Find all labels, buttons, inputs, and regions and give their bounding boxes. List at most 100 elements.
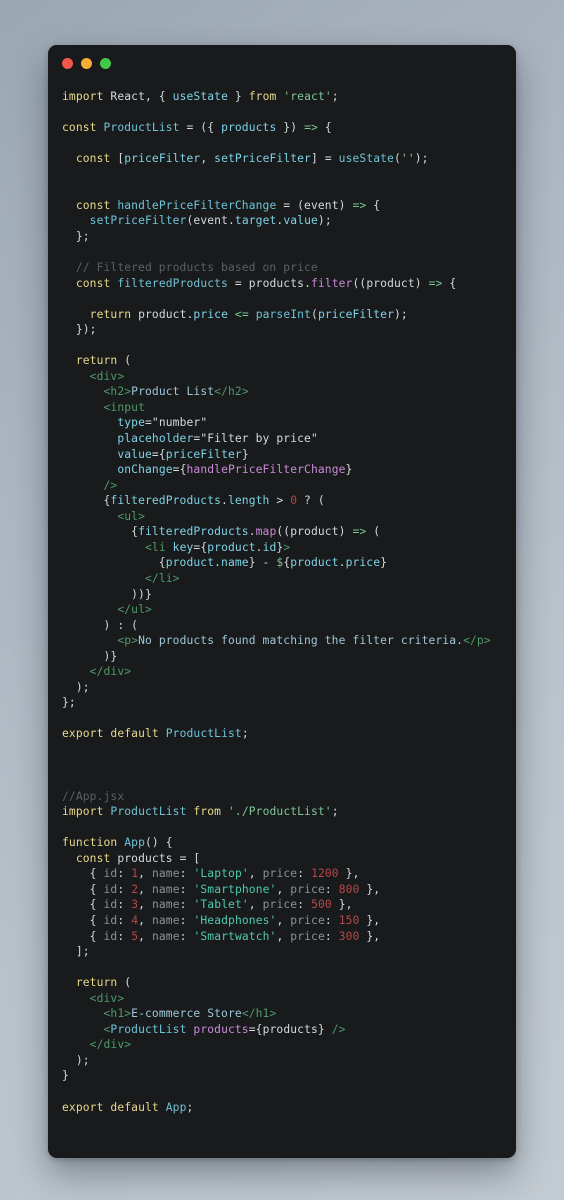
code-token: </h2> <box>214 385 249 399</box>
code-token: './ProductList' <box>228 805 332 819</box>
code-line: return product.price <= parseInt(priceFi… <box>48 307 516 323</box>
code-token: map <box>255 525 277 539</box>
code-line: <li key={product.id}> <box>48 540 516 556</box>
minimize-button[interactable] <box>81 57 92 69</box>
code-token: = <box>227 276 249 290</box>
code-token: price <box>290 882 325 896</box>
code-token: => <box>304 121 318 135</box>
code-token: products <box>248 276 305 290</box>
code-line: value={priceFilter} <box>48 447 516 463</box>
code-token: type <box>117 416 145 430</box>
code-line: export default ProductList; <box>48 726 516 742</box>
code-token: , <box>138 898 152 912</box>
code-line: { id: 5, name: 'Smartwatch', price: 300 … <box>48 929 516 945</box>
code-line: ]; <box>48 944 516 960</box>
maximize-button[interactable] <box>100 57 111 69</box>
code-token: product <box>165 556 215 570</box>
code-token: length <box>227 494 270 508</box>
code-token: ( <box>393 152 401 166</box>
code-token: products <box>221 121 277 135</box>
code-token: }, <box>331 898 353 912</box>
code-token: export <box>62 727 104 741</box>
code-token: App <box>165 1100 187 1114</box>
code-token: from <box>248 90 277 103</box>
close-button[interactable] <box>62 57 73 69</box>
code-token: product <box>207 540 256 554</box>
code-token: //App.jsx <box>62 789 125 803</box>
code-line: ))} <box>48 587 516 603</box>
code-token: , <box>248 867 263 881</box>
code-token: </div> <box>89 1038 132 1052</box>
code-token: price <box>193 307 228 321</box>
code-token: => <box>352 198 367 212</box>
code-line: <div> <box>48 369 516 385</box>
code-token: price <box>262 898 298 912</box>
code-token: : <box>117 882 132 896</box>
code-token: </div> <box>89 665 132 679</box>
code-token: id <box>103 929 118 943</box>
code-line: ) : ( <box>48 618 516 634</box>
code-token: ={ <box>151 447 166 461</box>
code-token: () { <box>145 836 173 850</box>
code-token: Product List <box>131 385 215 399</box>
code-token: 'Smartwatch' <box>193 929 277 943</box>
code-token: , { <box>145 90 173 103</box>
code-token: setPriceFilter <box>214 152 311 166</box>
code-token: name <box>151 913 180 927</box>
code-token: product <box>290 556 339 570</box>
code-token: id <box>103 898 118 912</box>
code-token: ( <box>311 307 318 321</box>
code-token: export <box>62 1100 104 1114</box>
code-line: <h1>E-commerce Store</h1> <box>48 1006 516 1022</box>
code-token: ( <box>117 354 132 368</box>
code-line: { id: 1, name: 'Laptop', price: 1200 }, <box>48 866 516 882</box>
code-token: . <box>248 525 256 539</box>
code-token: priceFilter <box>124 152 201 166</box>
code-token: name <box>151 882 180 896</box>
code-token: const <box>75 276 111 290</box>
code-token: price <box>262 867 298 881</box>
code-token: default <box>110 1100 159 1114</box>
code-token: /> <box>103 478 118 492</box>
code-token: ); <box>414 152 429 166</box>
code-token: { <box>317 121 332 135</box>
code-token: : <box>324 929 339 943</box>
code-token: import <box>62 90 104 103</box>
code-token: : <box>179 867 194 881</box>
code-token: . <box>214 556 222 570</box>
code-token: ( <box>117 976 132 990</box>
code-token: const <box>75 851 111 865</box>
code-line: { id: 3, name: 'Tablet', price: 500 }, <box>48 897 516 913</box>
code-token: { <box>62 494 111 508</box>
code-token: No products found matching the filter cr… <box>138 634 464 648</box>
window-titlebar[interactable] <box>48 45 516 81</box>
code-token: function <box>62 836 118 850</box>
code-token: products <box>117 851 173 865</box>
code-token: (( <box>352 276 367 290</box>
code-line: } <box>48 1068 516 1084</box>
code-token: product <box>290 525 339 539</box>
code-token: } <box>228 90 249 103</box>
code-token: event <box>193 214 228 228</box>
code-token: <h2> <box>103 385 132 399</box>
code-line: return ( <box>48 353 516 369</box>
code-token: <h1> <box>103 1007 132 1021</box>
code-content[interactable]: import React, { useState } from 'react';… <box>48 81 516 1115</box>
code-token: . <box>338 556 346 570</box>
code-token: product <box>138 307 187 321</box>
code-line: </li> <box>48 571 516 587</box>
code-token: > <box>283 540 291 554</box>
